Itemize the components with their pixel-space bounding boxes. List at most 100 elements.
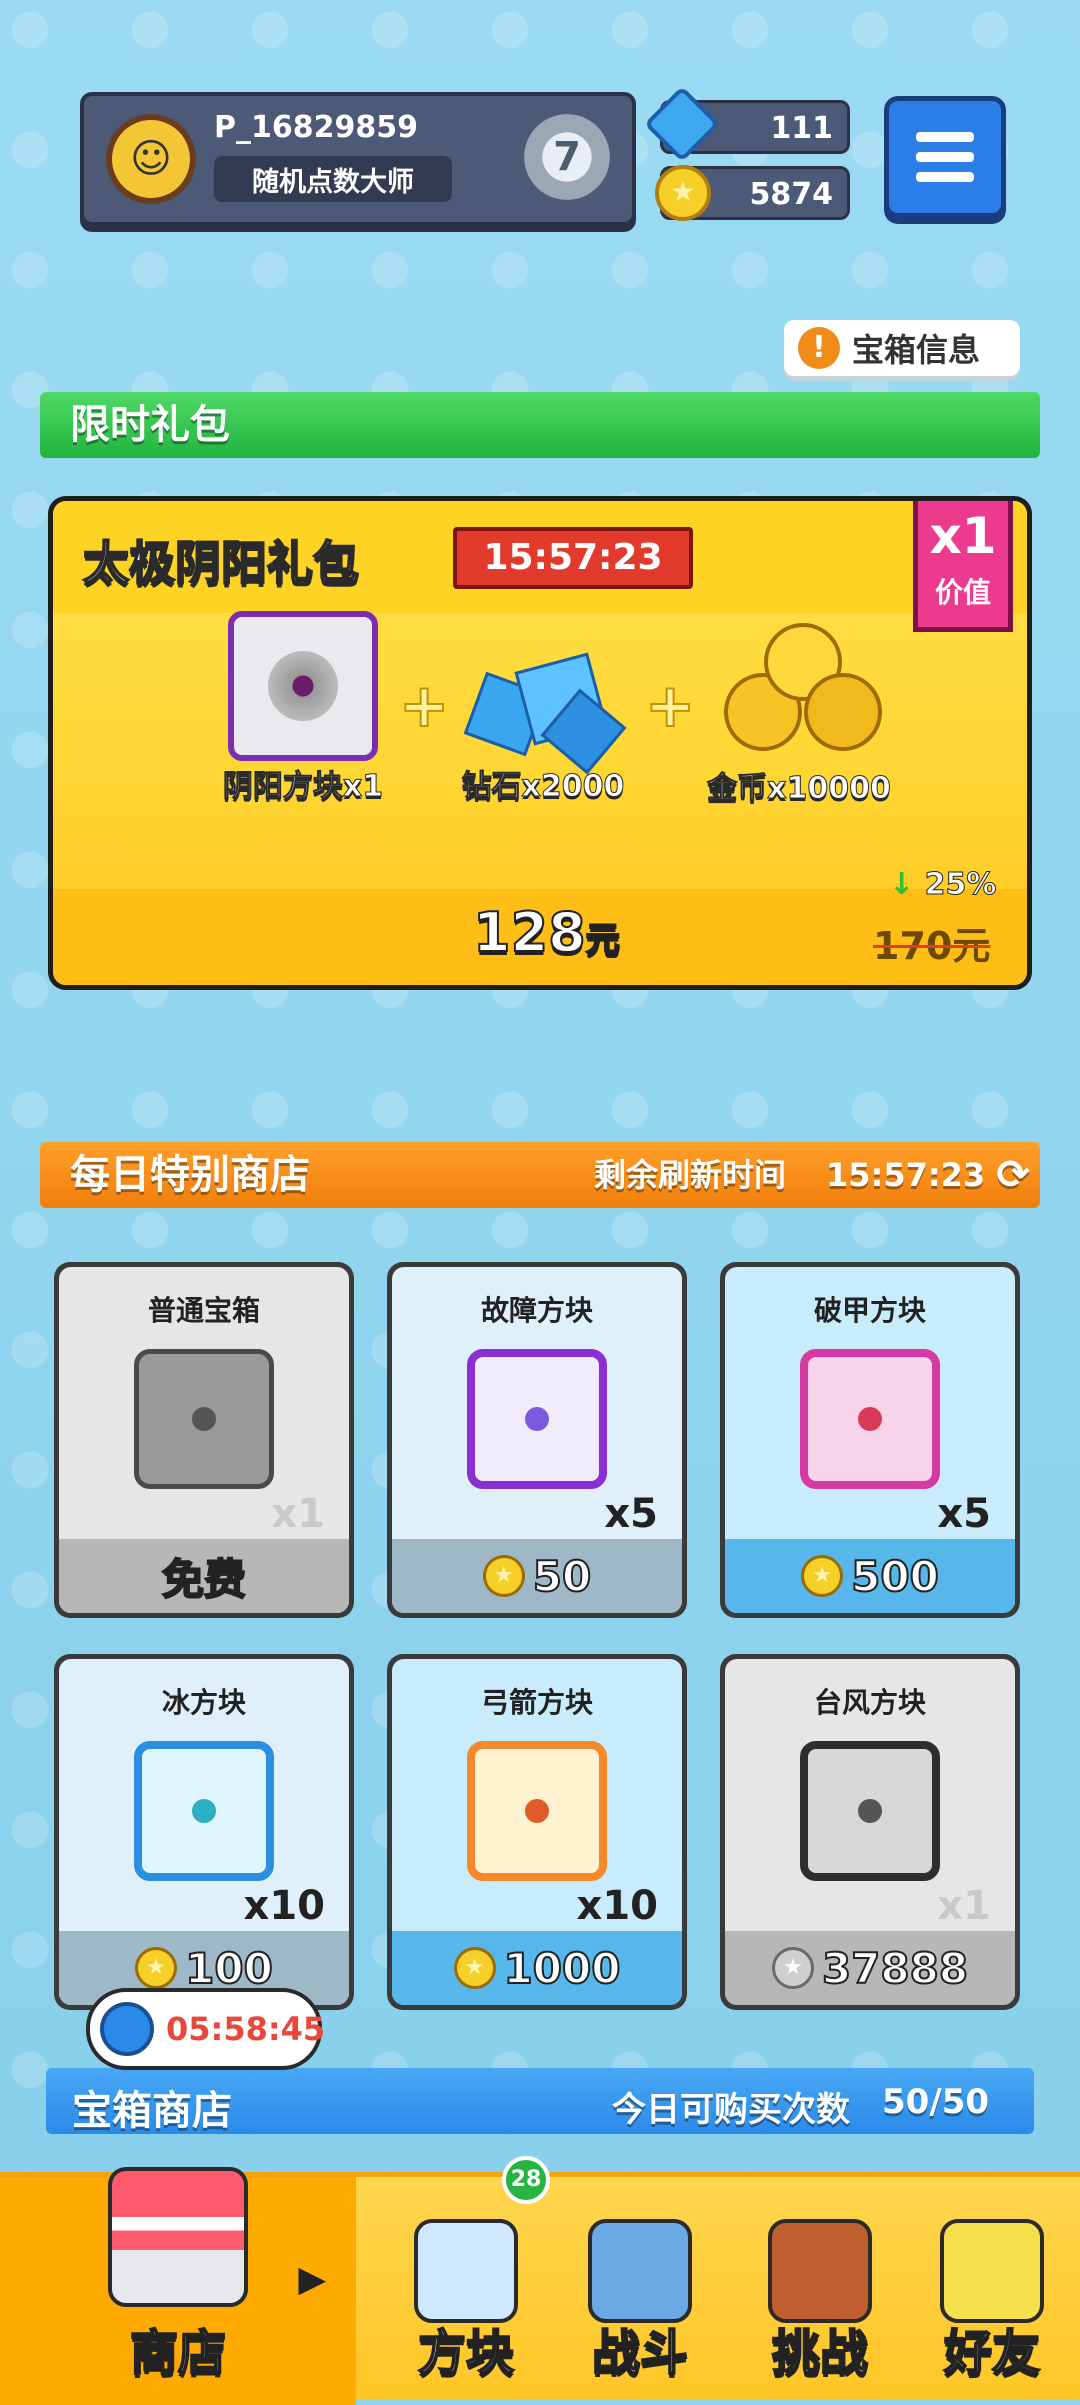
chest-shop-header: 宝箱商店 今日可购买次数 50/50: [46, 2068, 1034, 2134]
yin-yang-cube-icon: [228, 611, 378, 761]
menu-button[interactable]: [884, 96, 1006, 218]
ice-cube-icon: [134, 1741, 274, 1881]
arrow-right-icon: ▶: [298, 2259, 326, 2300]
gem-counter[interactable]: 111: [643, 85, 850, 163]
silver-coin-icon: ★: [771, 1947, 814, 1989]
chest-info-button[interactable]: ! 宝箱信息: [784, 320, 1020, 376]
chest-shop-timer-text: 05:58:45: [166, 2010, 326, 2048]
refresh-timer: 15:57:23: [826, 1156, 986, 1194]
coin-icon: ★: [655, 165, 711, 221]
rank-level: 7: [553, 134, 581, 180]
bottom-nav: 商店 ▶ 方块 战斗 挑战 好友: [0, 2167, 1080, 2405]
gold-coin-pile-icon: [714, 613, 884, 763]
shop-item-qty: x5: [937, 1491, 991, 1537]
cubes-icon: [414, 2219, 518, 2323]
pack-item-diamonds: 钻石x2000: [443, 651, 643, 805]
nav-label: 战斗: [591, 2324, 689, 2382]
pack-item-cube: 阴阳方块x1: [203, 611, 403, 805]
pack-item-label: 阴阳方块x1: [222, 769, 384, 805]
shop-item-card[interactable]: 破甲方块 x5 ★ 500: [720, 1262, 1020, 1618]
pack-name: 太极阴阳礼包: [82, 535, 360, 591]
discount-label: ↓ 25%: [889, 867, 997, 903]
typhoon-cube-icon: [800, 1741, 940, 1881]
refresh-label: 剩余刷新时间: [594, 1156, 787, 1194]
pack-old-price: 170元: [873, 924, 991, 968]
nav-item-battle[interactable]: 战斗: [560, 2177, 720, 2405]
shop-item-card[interactable]: 台风方块 x1 ★ 37888: [720, 1654, 1020, 2010]
coin-icon: ★: [453, 1947, 496, 1989]
shop-item-price[interactable]: ★ 500: [725, 1539, 1015, 1613]
daily-shop-title: 每日特别商店: [70, 1152, 310, 1198]
shop-item-name: 故障方块: [480, 1294, 593, 1327]
stopwatch-icon: [100, 2002, 154, 2056]
shop-item-name: 冰方块: [161, 1686, 246, 1719]
coin-counter[interactable]: ★ 5874: [655, 165, 850, 221]
daily-shop-header: 每日特别商店 剩余刷新时间 15:57:23 ⟳: [40, 1142, 1040, 1208]
coin-icon: ★: [801, 1555, 844, 1597]
nav-label: 挑战: [771, 2324, 869, 2382]
chest-shop-timer: 05:58:45: [86, 1988, 326, 2070]
shop-item-name: 台风方块: [813, 1686, 926, 1719]
value-tag: x1 价值: [913, 501, 1013, 632]
diamond-pile-icon: [463, 651, 627, 775]
down-arrow-icon: ↓: [889, 867, 915, 902]
nav-label: 商店: [129, 2324, 227, 2382]
coin-count: 5874: [749, 177, 834, 212]
avatar[interactable]: ☺: [106, 114, 196, 204]
chest-info-label: 宝箱信息: [852, 331, 981, 369]
rank-badge-icon[interactable]: 7: [524, 114, 610, 200]
challenge-icon: [768, 2219, 872, 2323]
shop-item-qty: x1: [937, 1883, 991, 1929]
battle-icon: [588, 2219, 692, 2323]
nav-label: 方块: [417, 2324, 515, 2382]
shop-item-price[interactable]: ★ 37888: [725, 1931, 1015, 2005]
exclamation-icon: !: [798, 327, 840, 369]
nav-item-friends[interactable]: 好友: [912, 2177, 1072, 2405]
pack-timer: 15:57:23: [453, 527, 693, 589]
shop-item-name: 破甲方块: [813, 1294, 926, 1327]
armor-break-cube-icon: [800, 1349, 940, 1489]
common-chest-icon: [134, 1349, 274, 1489]
coin-icon: ★: [135, 1947, 178, 1989]
player-id: P_16829859: [214, 110, 418, 145]
shop-item-qty: x1: [271, 1491, 325, 1537]
value-label: 价值: [934, 576, 991, 609]
shop-item-qty: x10: [243, 1883, 325, 1929]
shop-item-card[interactable]: 冰方块 x10 ★ 100: [54, 1654, 354, 2010]
shop-item-qty: x5: [604, 1491, 658, 1537]
purchase-count: 50/50: [882, 2082, 990, 2122]
player-card[interactable]: ☺ P_16829859 随机点数大师 7: [80, 92, 636, 226]
shop-item-card[interactable]: 普通宝箱 x1 免费: [54, 1262, 354, 1618]
chest-shop-title: 宝箱商店: [72, 2088, 232, 2134]
cubes-badge: 28: [502, 2156, 550, 2204]
shop-icon: [108, 2167, 248, 2307]
coin-icon: ★: [482, 1555, 525, 1597]
limited-pack-card[interactable]: 太极阴阳礼包 15:57:23 x1 价值 阴阳方块x1 + 钻石x2000 +…: [48, 496, 1032, 990]
plus-icon: +: [398, 670, 450, 742]
gem-count: 111: [770, 111, 833, 146]
nav-item-cubes[interactable]: 方块: [386, 2177, 546, 2405]
pack-item-coins: 金币x10000: [689, 613, 909, 807]
plus-icon: +: [644, 670, 696, 742]
player-title: 随机点数大师: [214, 156, 452, 202]
pack-item-label: 金币x10000: [707, 771, 892, 807]
shop-item-card[interactable]: 弓箭方块 x10 ★ 1000: [387, 1654, 687, 2010]
shop-item-name: 弓箭方块: [480, 1686, 593, 1719]
shop-item-card[interactable]: 故障方块 x5 ★ 50: [387, 1262, 687, 1618]
nav-item-shop[interactable]: 商店 ▶: [0, 2167, 356, 2405]
hamburger-icon: [916, 132, 974, 142]
glitch-cube-icon: [467, 1349, 607, 1489]
value-multiplier: x1: [929, 507, 997, 565]
pack-price[interactable]: 128元: [472, 900, 621, 965]
nav-label: 好友: [943, 2324, 1041, 2382]
purchase-label: 今日可购买次数: [612, 2090, 850, 2130]
friends-icon: [940, 2219, 1044, 2323]
refresh-icon[interactable]: ⟳: [996, 1142, 1030, 1208]
shop-item-price[interactable]: ★ 50: [392, 1539, 682, 1613]
shop-item-name: 普通宝箱: [147, 1294, 260, 1327]
pack-item-label: 钻石x2000: [461, 769, 625, 805]
shop-item-price[interactable]: ★ 1000: [392, 1931, 682, 2005]
nav-item-challenge[interactable]: 挑战: [740, 2177, 900, 2405]
shop-item-price[interactable]: 免费: [59, 1539, 349, 1613]
limited-pack-title: 限时礼包: [70, 402, 230, 448]
